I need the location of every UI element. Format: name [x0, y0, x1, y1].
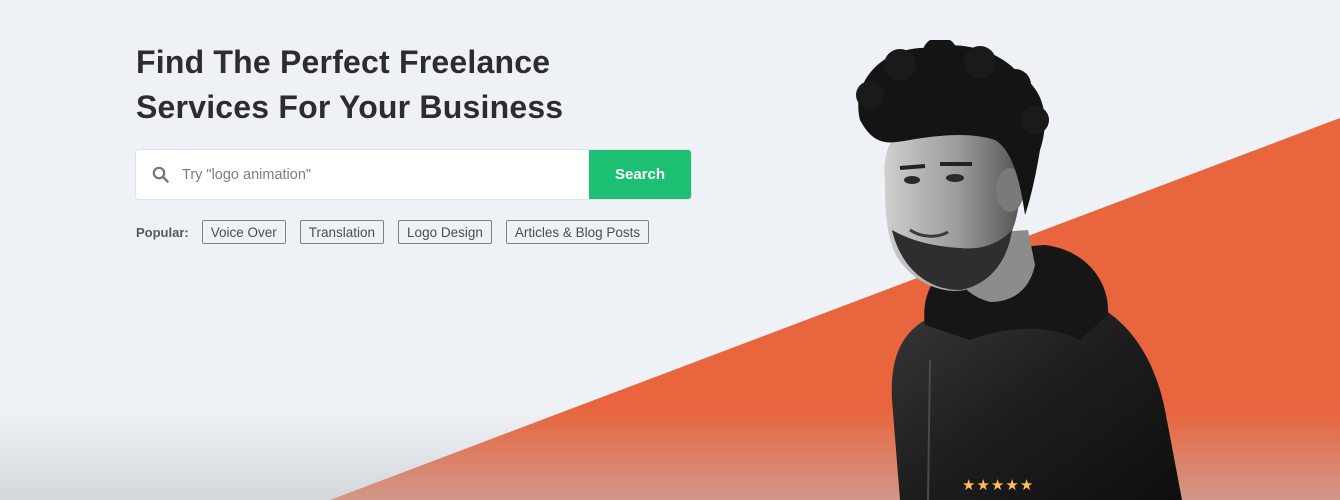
search-field-wrapper[interactable]: [136, 150, 589, 199]
title-line-1: Find The Perfect Freelance: [136, 44, 551, 80]
hero-section: Find The Perfect Freelance Services For …: [0, 0, 1340, 500]
rating-stars: ★ ★ ★ ★ ★: [962, 478, 1034, 494]
freelancer-portrait: [856, 40, 1182, 500]
star-icon: ★: [976, 477, 990, 494]
search-button[interactable]: Search: [589, 150, 691, 199]
popular-tag-articles-blog-posts[interactable]: Articles & Blog Posts: [505, 220, 650, 244]
popular-tag-translation[interactable]: Translation: [299, 220, 385, 244]
search-icon: [152, 166, 169, 183]
popular-tag-voice-over[interactable]: Voice Over: [201, 220, 286, 244]
popular-tags: Popular: Voice Over Translation Logo Des…: [136, 220, 663, 244]
search-bar: Search: [136, 150, 691, 199]
search-input[interactable]: [182, 166, 562, 183]
title-line-2: Services For Your Business: [136, 89, 564, 125]
popular-tag-logo-design[interactable]: Logo Design: [398, 220, 492, 244]
star-icon: ★: [990, 477, 1005, 494]
page-title: Find The Perfect Freelance Services For …: [136, 40, 656, 130]
star-icon: ★: [1005, 477, 1019, 494]
star-icon: ★: [1019, 477, 1034, 494]
popular-label: Popular:: [136, 224, 189, 240]
star-icon: ★: [962, 477, 976, 494]
